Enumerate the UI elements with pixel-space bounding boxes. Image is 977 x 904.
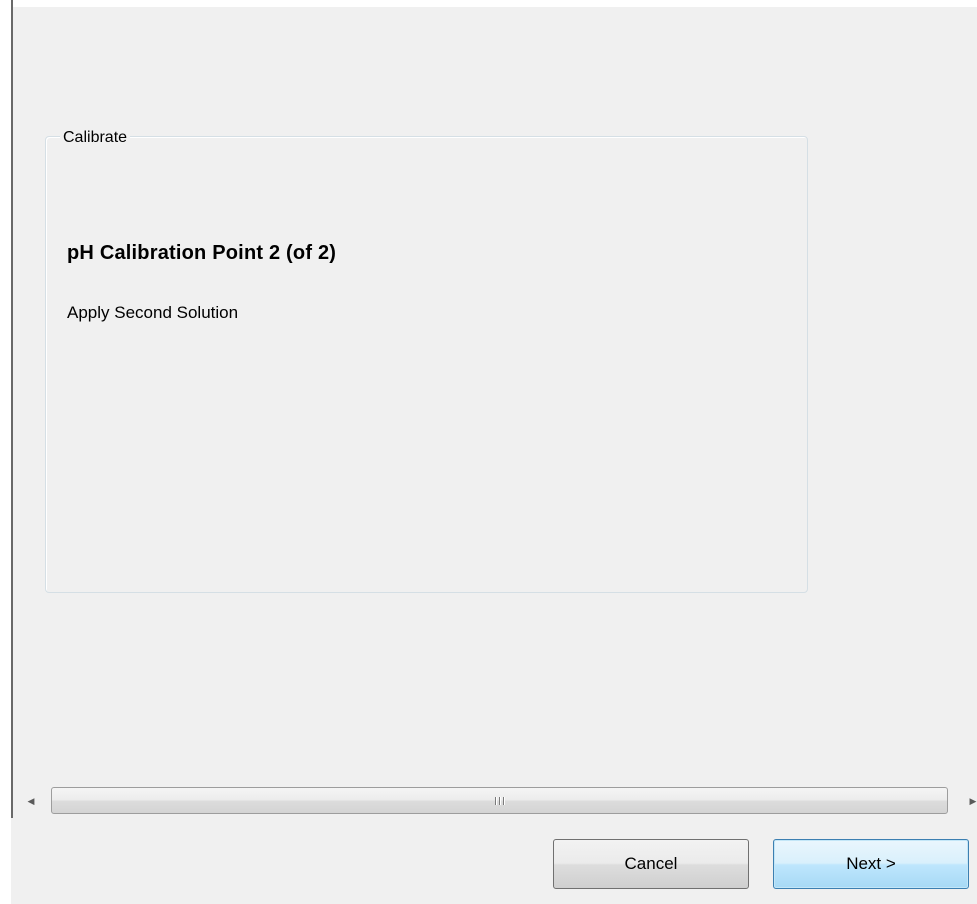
left-edge: [0, 0, 11, 904]
calibration-wizard-window: Calibrate pH Calibration Point 2 (of 2) …: [0, 0, 977, 904]
calibration-instruction: Apply Second Solution: [67, 303, 239, 322]
calibrate-groupbox: [45, 136, 808, 593]
next-button[interactable]: Next >: [773, 839, 969, 889]
calibration-step-title: pH Calibration Point 2 (of 2): [67, 242, 337, 264]
scroll-thumb[interactable]: [51, 787, 948, 814]
top-strip: [13, 0, 977, 7]
scroll-right-icon[interactable]: ▶: [955, 784, 977, 818]
cancel-button[interactable]: Cancel: [553, 839, 749, 889]
grip-icon: [494, 796, 505, 805]
groupbox-legend: Calibrate: [60, 128, 131, 148]
horizontal-scrollbar[interactable]: ◀ ▶: [13, 784, 977, 818]
left-border: [11, 0, 13, 818]
scroll-left-icon[interactable]: ◀: [13, 784, 49, 818]
